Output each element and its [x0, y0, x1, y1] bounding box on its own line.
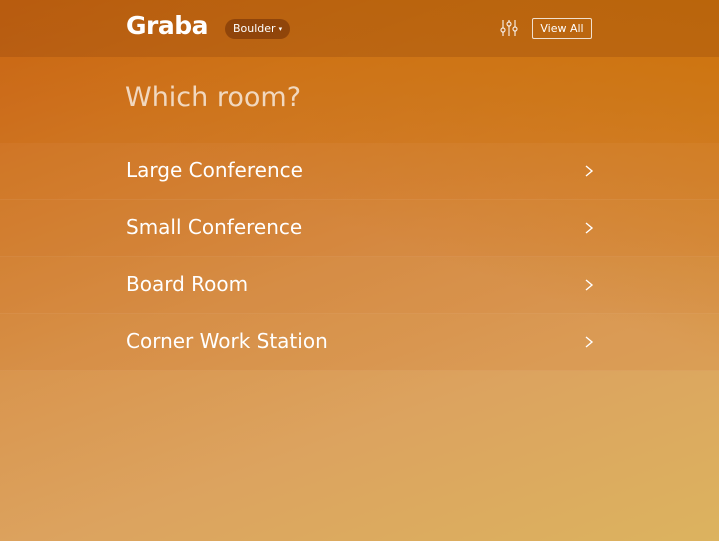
- chevron-right-icon: [585, 336, 594, 348]
- room-name: Large Conference: [126, 158, 303, 182]
- page-title: Which room?: [125, 82, 302, 113]
- room-name: Small Conference: [126, 215, 303, 239]
- chevron-right-icon: [585, 279, 594, 291]
- room-item-large-conference[interactable]: Large Conference: [0, 143, 719, 200]
- chevron-right-icon: [585, 222, 594, 234]
- room-name: Board Room: [126, 272, 249, 296]
- room-list: Large Conference Small Conference Board …: [0, 143, 719, 371]
- chevron-right-icon: [585, 165, 594, 177]
- sliders-icon: [500, 20, 518, 36]
- top-navigation-bar: Graba Boulder ▾ View All: [0, 0, 719, 57]
- view-all-button[interactable]: View All: [532, 18, 592, 39]
- city-selector[interactable]: Boulder ▾: [225, 19, 291, 39]
- room-item-corner-work-station[interactable]: Corner Work Station: [0, 314, 719, 371]
- room-item-board-room[interactable]: Board Room: [0, 257, 719, 314]
- room-name: Corner Work Station: [126, 329, 328, 353]
- room-item-small-conference[interactable]: Small Conference: [0, 200, 719, 257]
- chevron-down-icon: ▾: [278, 25, 283, 33]
- filter-button[interactable]: [498, 17, 520, 39]
- city-label: Boulder: [233, 22, 276, 35]
- app-logo[interactable]: Graba: [126, 11, 209, 40]
- title-band: [0, 57, 719, 143]
